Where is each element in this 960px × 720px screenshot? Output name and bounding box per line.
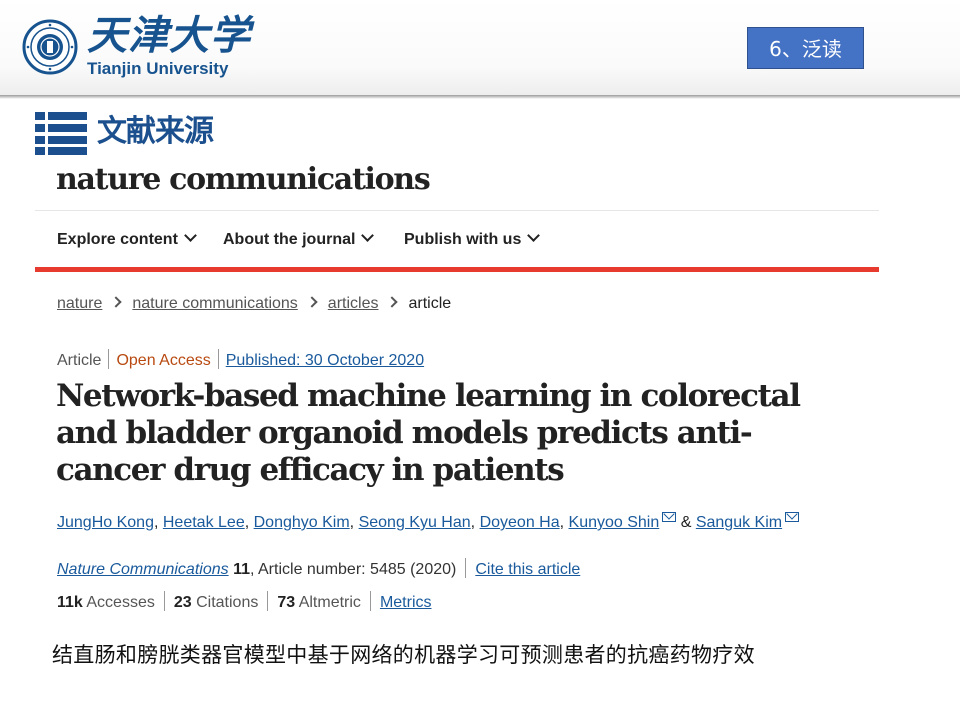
author-link[interactable]: Sanguk Kim (696, 514, 782, 531)
university-name-cn: 天津大学 (87, 12, 251, 59)
author-link[interactable]: Donghyo Kim (254, 514, 350, 531)
breadcrumb-article: article (408, 295, 452, 312)
author-link[interactable]: Doyeon Ha (480, 514, 560, 531)
nav-publish-with-us[interactable]: Publish with us (404, 226, 541, 254)
list-icon (35, 112, 87, 155)
divider (35, 210, 879, 211)
author-list: JungHo Kong, Heetak Lee, Donghyo Kim, Se… (57, 511, 800, 535)
citations-label: Citations (196, 594, 259, 611)
article-number: , Article number: 5485 (2020) (250, 561, 457, 578)
author-link[interactable]: Heetak Lee (163, 514, 245, 531)
article-meta: Article Open Access Published: 30 October … (57, 348, 424, 374)
nav-about-journal[interactable]: About the journal (223, 226, 375, 254)
article-type: Article (57, 352, 102, 369)
header-shadow (0, 95, 960, 99)
accesses-label: Accesses (86, 594, 155, 611)
breadcrumb-articles[interactable]: articles (328, 295, 379, 312)
cite-article-link[interactable]: Cite this article (475, 561, 580, 578)
chevron-right-icon (306, 296, 318, 308)
metrics-link[interactable]: Metrics (380, 594, 432, 611)
author-link[interactable]: Seong Kyu Han (359, 514, 471, 531)
chevron-down-icon (361, 229, 375, 242)
accent-divider (35, 267, 879, 272)
article-title: Network-based machine learning in colore… (56, 378, 801, 488)
university-seal-icon (22, 19, 78, 75)
chevron-down-icon (184, 229, 197, 242)
author-ampersand: & (680, 514, 692, 531)
slide-tag: 6、泛读 (747, 27, 864, 69)
citation-row: Nature Communications 11, Article number… (57, 557, 580, 583)
email-icon[interactable] (785, 512, 800, 522)
chevron-right-icon (110, 296, 123, 308)
author-link[interactable]: JungHo Kong (57, 514, 154, 531)
open-access-badge: Open Access (116, 352, 211, 369)
citations-count: 23 (173, 594, 192, 611)
breadcrumb-nature-communications[interactable]: nature communications (132, 295, 297, 312)
nav-explore-content[interactable]: Explore content (57, 226, 197, 254)
journal-logo[interactable]: nature communications (56, 160, 431, 200)
metrics-row: 11k Accesses 23 Citations 73 Altmetric Metr… (57, 590, 432, 616)
chinese-caption: 结直肠和膀胱类器官模型中基于网络的机器学习可预测患者的抗癌药物疗效 (52, 643, 755, 667)
section-title: 文献来源 (97, 114, 214, 149)
email-icon[interactable] (662, 512, 677, 522)
volume: 11 (233, 561, 250, 578)
journal-reference-link[interactable]: Nature Communications (57, 561, 229, 578)
chevron-right-icon (386, 296, 399, 308)
accesses-count: 11k (57, 594, 83, 611)
published-date-link[interactable]: Published: 30 October 2020 (226, 352, 424, 369)
altmetric-label: Altmetric (298, 594, 361, 611)
breadcrumb: nature nature communications articles artic… (57, 291, 451, 317)
university-name-en: Tianjin University (87, 59, 229, 78)
chevron-down-icon (527, 229, 541, 242)
breadcrumb-nature[interactable]: nature (57, 295, 102, 312)
author-link[interactable]: Kunyoo Shin (569, 514, 660, 531)
altmetric-count: 73 (277, 594, 296, 611)
